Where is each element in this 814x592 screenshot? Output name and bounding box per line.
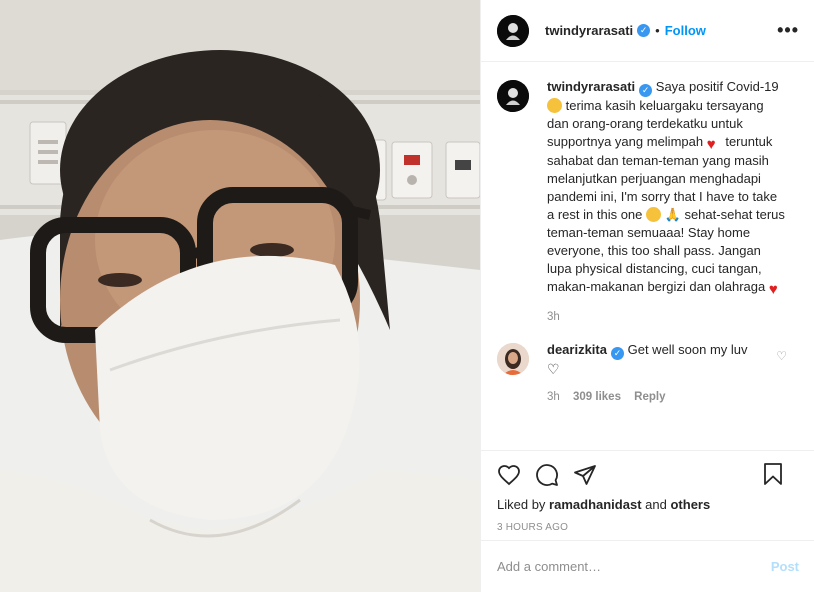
post-photo[interactable] bbox=[0, 0, 480, 592]
comment-likes[interactable]: 309 likes bbox=[573, 391, 621, 403]
comment-time[interactable]: 3h bbox=[547, 391, 560, 403]
liked-by-others-link[interactable]: others bbox=[670, 497, 710, 512]
liked-by-user-link[interactable]: ramadhanidast bbox=[549, 497, 641, 512]
bookmark-icon bbox=[764, 463, 782, 485]
comment-message: Get well soon my luv bbox=[627, 342, 748, 357]
post-actions: Liked by ramadhanidast and others 3 HOUR… bbox=[481, 450, 814, 540]
avatar[interactable] bbox=[497, 343, 529, 375]
comment-input[interactable] bbox=[497, 559, 771, 574]
comment-username[interactable]: dearizkita bbox=[547, 342, 607, 357]
profile-picture-icon bbox=[497, 80, 529, 112]
verified-badge-icon: ✓ bbox=[637, 24, 651, 37]
liked-by-and: and bbox=[645, 497, 667, 512]
red-heart-emoji-icon: ♥ bbox=[706, 136, 716, 153]
share-icon[interactable] bbox=[573, 463, 597, 487]
avatar[interactable] bbox=[497, 80, 529, 112]
instagram-post: twindyrarasati ✓ • Follow ••• twindyrara bbox=[0, 0, 814, 592]
comment-like-icon[interactable]: ♡ bbox=[776, 349, 787, 363]
caption-part-1: Saya positif Covid-19 bbox=[655, 79, 779, 94]
caption-text: twindyrarasati ✓ Saya positif Covid-19 te… bbox=[547, 78, 787, 297]
post-header: twindyrarasati ✓ • Follow ••• bbox=[481, 0, 814, 62]
caption: twindyrarasati ✓ Saya positif Covid-19 te… bbox=[497, 78, 799, 323]
speech-bubble-icon bbox=[536, 464, 558, 486]
like-icon[interactable] bbox=[497, 463, 521, 487]
white-heart-emoji: ♡ bbox=[547, 361, 560, 377]
verified-badge-icon: ✓ bbox=[639, 84, 653, 97]
caption-username[interactable]: twindyrarasati bbox=[547, 79, 635, 94]
comments-section: twindyrarasati ✓ Saya positif Covid-19 te… bbox=[481, 62, 814, 450]
liked-by-prefix: Liked by bbox=[497, 497, 546, 512]
liked-by-line: Liked by ramadhanidast and others bbox=[497, 497, 799, 512]
follow-button[interactable]: Follow bbox=[665, 23, 706, 38]
comment-icon[interactable] bbox=[535, 463, 559, 487]
post-sidebar: twindyrarasati ✓ • Follow ••• twindyrara bbox=[480, 0, 814, 592]
profile-picture-icon bbox=[497, 14, 529, 47]
smiling-face-emoji-icon bbox=[547, 98, 562, 113]
save-icon[interactable] bbox=[761, 462, 785, 486]
profile-picture-icon bbox=[497, 343, 529, 375]
comment-text: dearizkita ✓ Get well soon my luv ♡ bbox=[547, 341, 787, 379]
header-username[interactable]: twindyrarasati bbox=[545, 23, 633, 38]
comment-item: dearizkita ✓ Get well soon my luv ♡ 3h 30… bbox=[497, 341, 799, 403]
paper-plane-icon bbox=[574, 465, 596, 485]
folded-hands-emoji-icon: 🙏 bbox=[664, 207, 681, 222]
post-timestamp[interactable]: 3 HOURS AGO bbox=[497, 522, 799, 533]
header-separator: • bbox=[655, 23, 660, 38]
post-comment-button[interactable]: Post bbox=[771, 559, 799, 574]
caption-time[interactable]: 3h bbox=[547, 311, 560, 323]
add-comment-bar: Post bbox=[481, 540, 814, 592]
selfie-photo bbox=[0, 0, 480, 592]
avatar[interactable] bbox=[497, 14, 529, 47]
more-options-icon[interactable]: ••• bbox=[777, 21, 799, 39]
verified-badge-icon: ✓ bbox=[610, 347, 624, 360]
heart-icon bbox=[498, 465, 520, 486]
red-heart-emoji-icon: ♥ bbox=[768, 281, 778, 298]
reply-button[interactable]: Reply bbox=[634, 391, 665, 403]
smiling-face-emoji-icon bbox=[646, 207, 662, 222]
